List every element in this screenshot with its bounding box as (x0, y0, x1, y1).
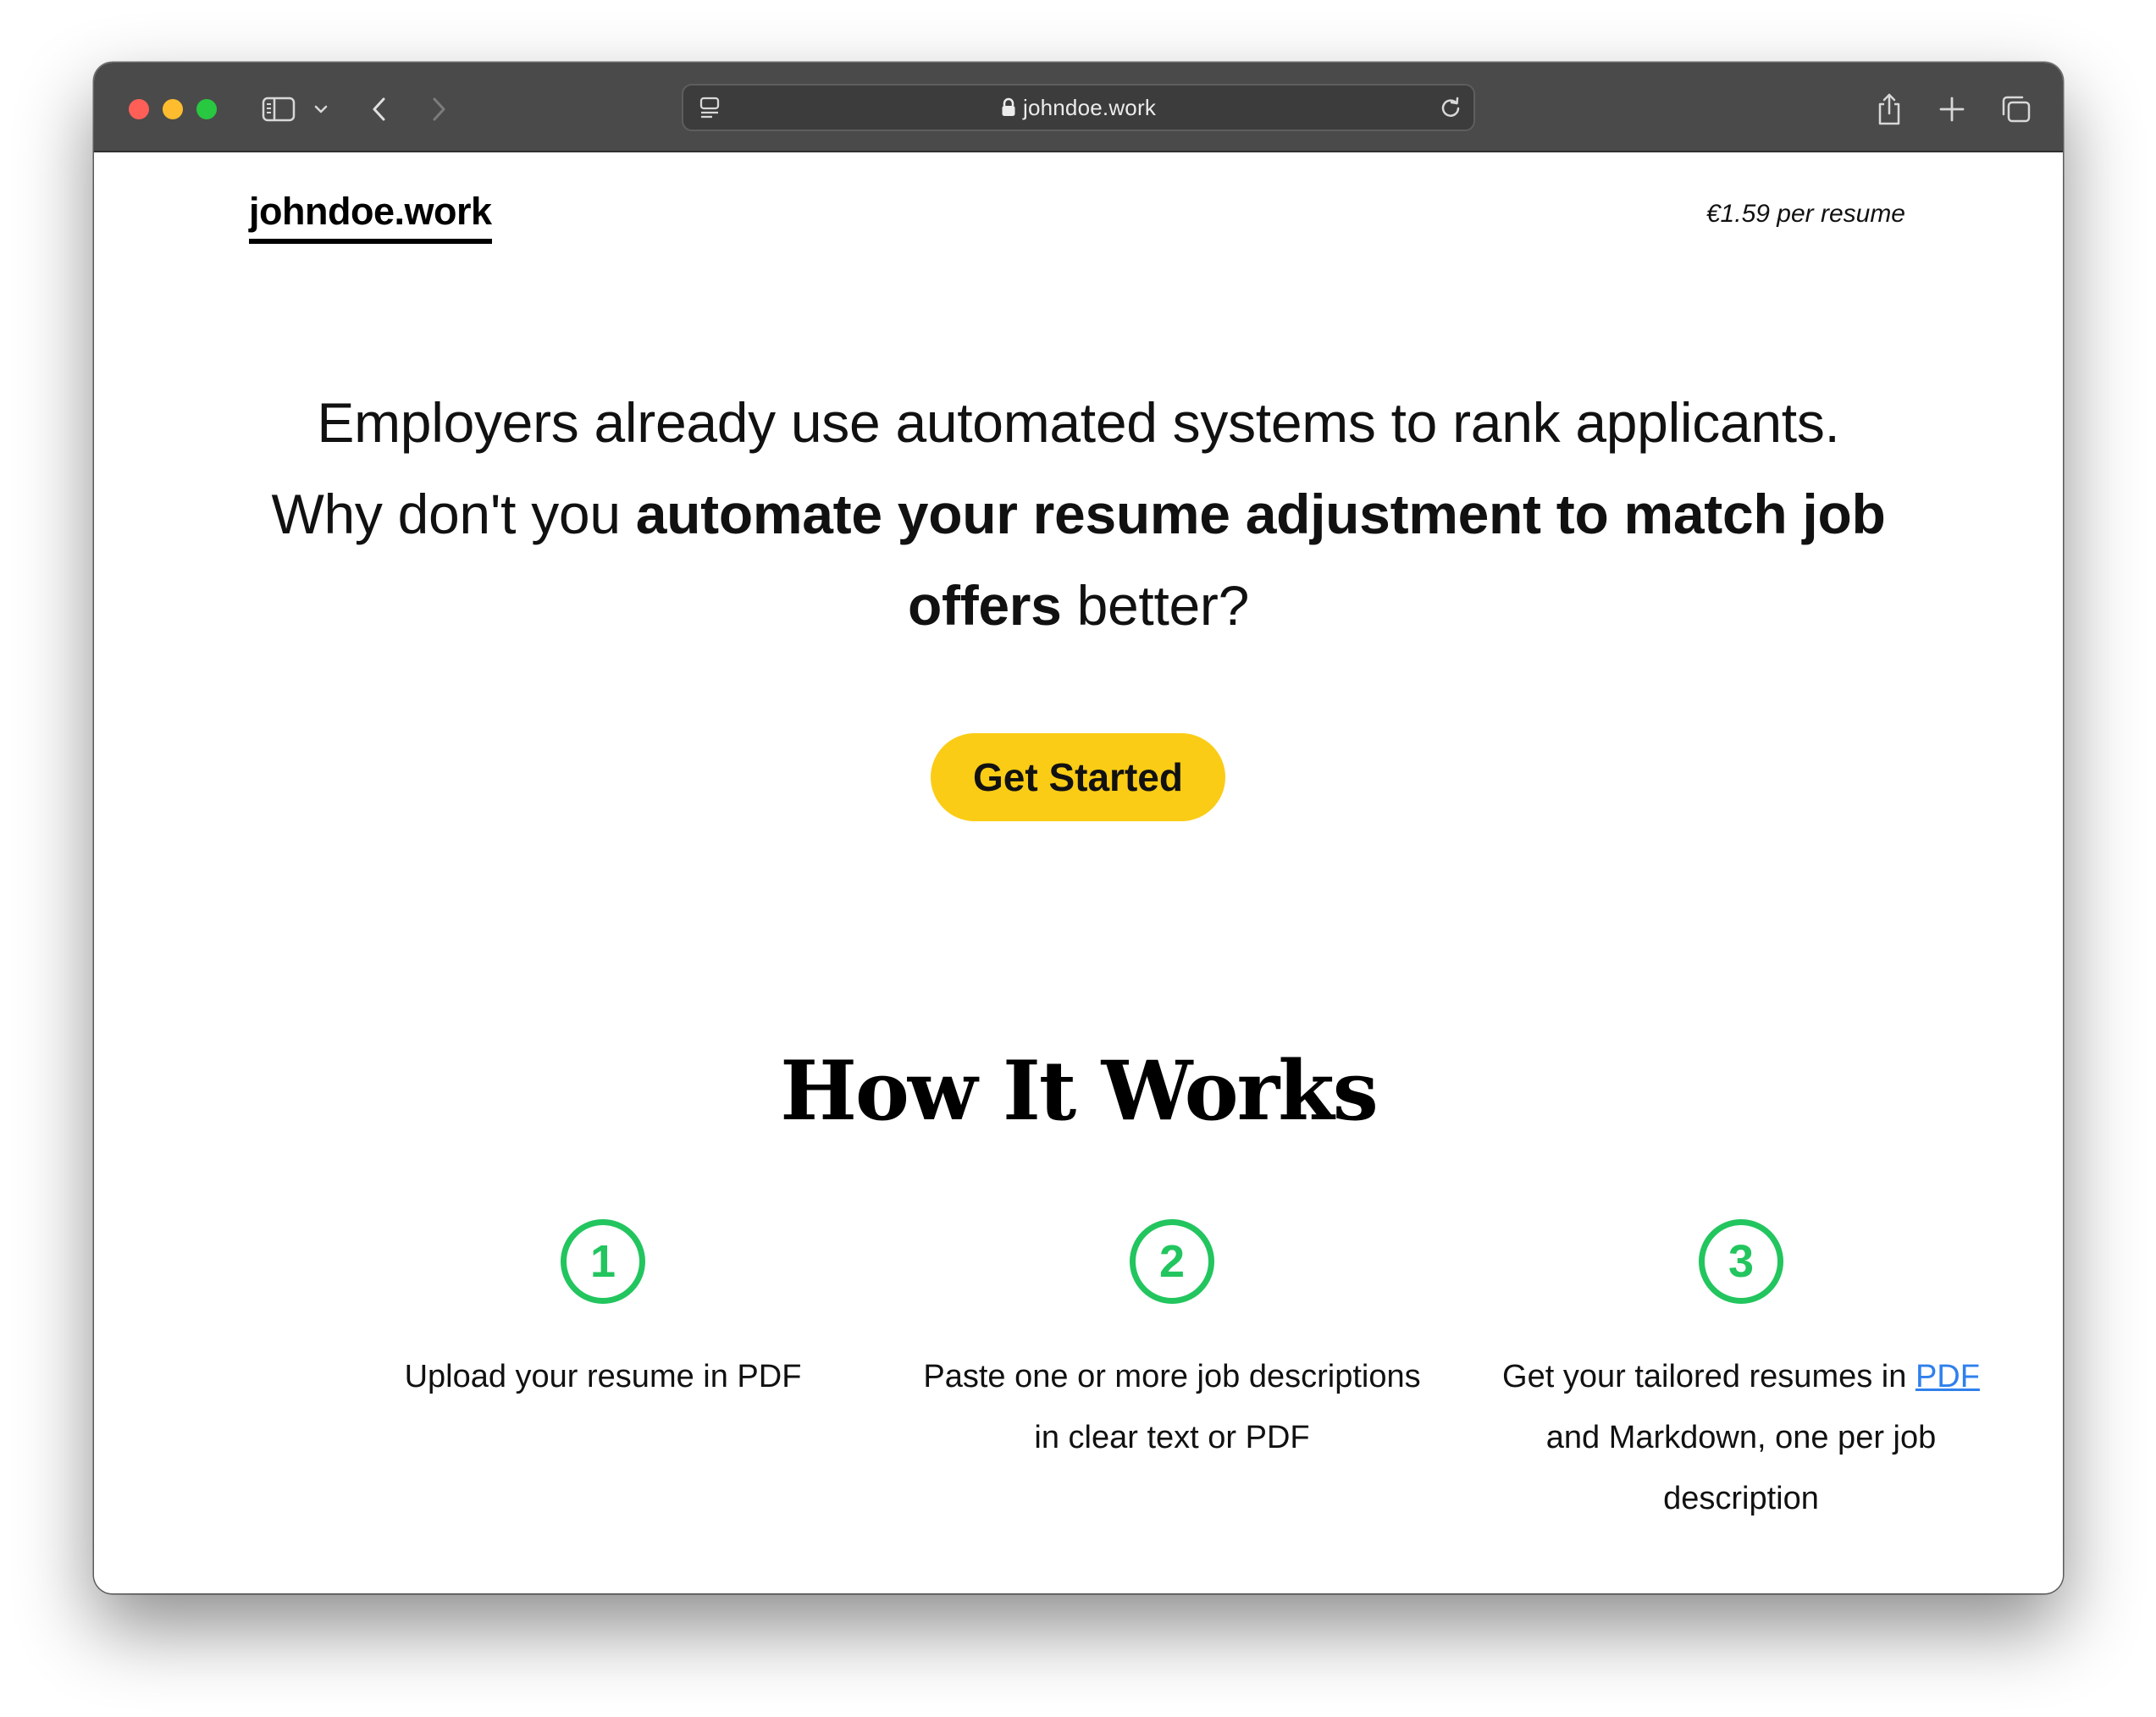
price-label: €1.59 per resume (1705, 200, 1905, 228)
hero-headline: Employers already use automated systems … (221, 377, 1936, 651)
close-window-button[interactable] (129, 99, 149, 119)
address-bar[interactable]: johndoe.work (682, 84, 1475, 131)
lock-icon (1001, 97, 1016, 118)
tabs-overview-icon[interactable] (1999, 91, 2033, 128)
browser-toolbar: johndoe.work (94, 63, 2063, 152)
how-it-works-title: How It Works (780, 1043, 1379, 1139)
step-text-3-prefix: Get your tailored resumes in (1502, 1359, 1916, 1394)
hero-line-2-bold: automate your resume adjustment to match… (635, 483, 1886, 637)
reload-icon[interactable] (1436, 89, 1465, 126)
step-text-2: Paste one or more job descriptions in cl… (923, 1359, 1421, 1455)
step-1: 1 Upload your resume in PDF (332, 1219, 874, 1407)
maximize-window-button[interactable] (196, 99, 217, 119)
chevron-down-icon[interactable] (311, 91, 331, 128)
browser-window: johndoe.work johndoe.work €1.59 per resu… (94, 63, 2063, 1593)
step-3: 3 Get your tailored resumes in PDF and M… (1470, 1219, 2012, 1529)
url-text: johndoe.work (1022, 94, 1157, 120)
step-text-3-suffix: and Markdown, one per job description (1545, 1420, 1937, 1516)
forward-arrow-icon[interactable] (426, 91, 451, 128)
hero-line-2-prefix: Why don't you (271, 483, 636, 545)
step-text-3: Get your tailored resumes in PDF and Mar… (1470, 1346, 2012, 1529)
hero-line-1: Employers already use automated systems … (317, 391, 1840, 454)
step-text-1: Upload your resume in PDF (404, 1359, 802, 1394)
hero-line-2-suffix: better? (1061, 574, 1250, 637)
back-arrow-icon[interactable] (367, 91, 392, 128)
pdf-link[interactable]: PDF (1916, 1359, 1980, 1394)
new-tab-plus-icon[interactable] (1937, 91, 1967, 128)
site-logo-link[interactable]: johndoe.work (249, 190, 492, 244)
step-2: 2 Paste one or more job descriptions in … (901, 1219, 1443, 1468)
get-started-button[interactable]: Get Started (931, 733, 1225, 821)
share-icon[interactable] (1874, 91, 1904, 128)
step-number-2: 2 (1130, 1219, 1214, 1304)
step-number-1: 1 (561, 1219, 645, 1304)
minimize-window-button[interactable] (163, 99, 183, 119)
sidebar-icon[interactable] (260, 91, 297, 128)
step-number-3: 3 (1699, 1219, 1783, 1304)
web-page: johndoe.work €1.59 per resume Employers … (94, 152, 2063, 1593)
